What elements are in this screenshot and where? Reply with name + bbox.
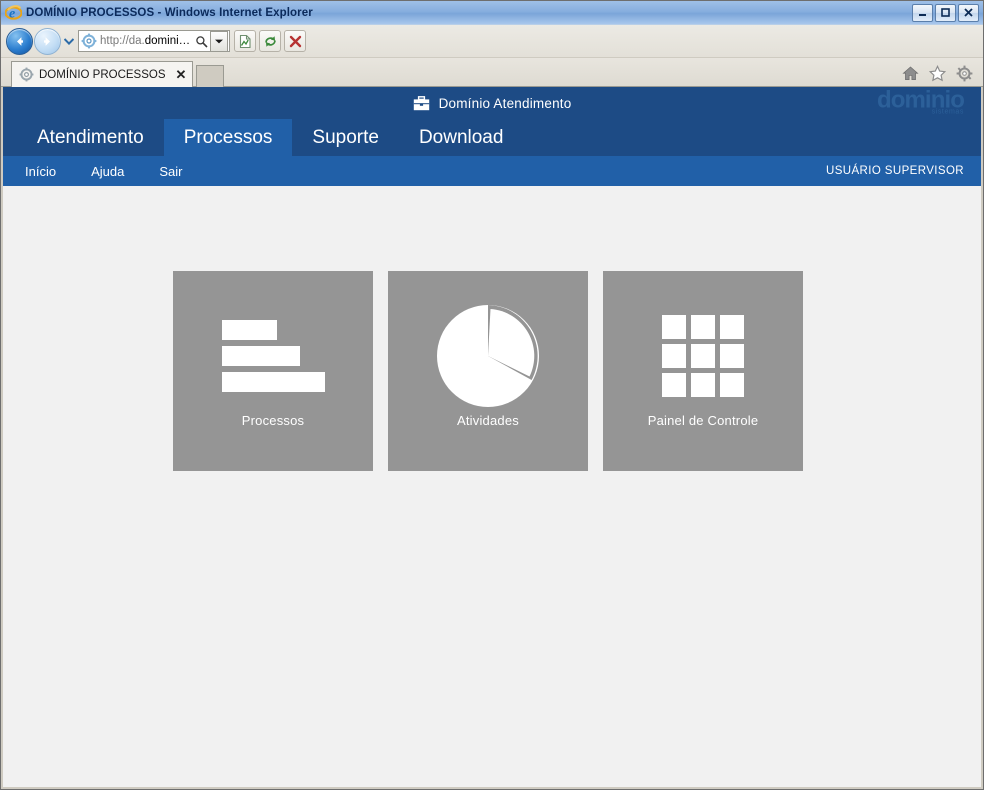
new-tab-button[interactable] [196, 65, 225, 87]
address-scheme: http://da. [100, 35, 145, 47]
browser-toolbar: http://da.domini… [1, 25, 983, 58]
nav-item-atendimento[interactable]: Atendimento [17, 119, 164, 156]
chevron-down-icon [215, 39, 223, 43]
minimize-button[interactable] [912, 3, 933, 22]
tab-strip: DOMÍNIO PROCESSOS ✕ [1, 58, 983, 87]
address-value: domini… [144, 35, 191, 47]
refresh-icon [264, 35, 276, 47]
sub-navigation: Início Ajuda Sair USUÁRIO SUPERVISOR [3, 156, 981, 186]
internet-explorer-icon: e [5, 4, 23, 21]
tile-label: Atividades [457, 413, 519, 428]
nav-item-download[interactable]: Download [399, 119, 524, 156]
close-button[interactable] [958, 3, 979, 22]
tab-close-button[interactable]: ✕ [176, 68, 187, 81]
brand-tagline: sistemas [931, 108, 964, 116]
subnav-item-sair[interactable]: Sair [159, 164, 182, 179]
favorites-icon[interactable] [929, 65, 946, 82]
current-user-label: USUÁRIO SUPERVISOR [826, 165, 964, 177]
tile-processos[interactable]: Processos [173, 271, 373, 471]
title-bar: e DOMÍNIO PROCESSOS - Windows Internet E… [1, 1, 983, 25]
page-gear-icon [81, 33, 97, 49]
subnav-item-inicio[interactable]: Início [25, 164, 56, 179]
compatibility-view-button[interactable] [234, 30, 256, 52]
home-icon[interactable] [902, 65, 919, 82]
maximize-button[interactable] [935, 3, 956, 22]
tile-grid: Processos Atividades Painel de Controle [3, 186, 981, 471]
address-dropdown-button[interactable] [210, 30, 228, 52]
back-button[interactable] [6, 27, 33, 55]
page-viewport: Domínio Atendimento dominio sistemas Ate… [1, 87, 983, 789]
browser-tab[interactable]: DOMÍNIO PROCESSOS ✕ [11, 61, 194, 87]
search-icon[interactable] [193, 33, 209, 49]
bar-chart-icon [221, 301, 325, 411]
app-header-title-group: Domínio Atendimento [413, 96, 572, 111]
address-bar[interactable]: http://da.domini… [78, 30, 230, 52]
gear-icon[interactable] [956, 65, 973, 82]
window-controls [912, 3, 981, 22]
svg-text:e: e [9, 7, 15, 21]
tile-painel-de-controle[interactable]: Painel de Controle [603, 271, 803, 471]
tile-label: Processos [241, 413, 305, 428]
pie-chart-icon [436, 301, 540, 411]
title-bar-left: e DOMÍNIO PROCESSOS - Windows Internet E… [5, 4, 912, 21]
back-arrow-icon [17, 36, 23, 46]
app-header: Domínio Atendimento dominio sistemas [3, 87, 981, 119]
close-x-icon [289, 35, 301, 47]
window-title: DOMÍNIO PROCESSOS - Windows Internet Exp… [26, 6, 313, 19]
browser-window: e DOMÍNIO PROCESSOS - Windows Internet E… [0, 0, 984, 790]
tile-label: Painel de Controle [647, 413, 759, 428]
nav-item-processos[interactable]: Processos [163, 119, 293, 156]
main-navigation: Atendimento Processos Suporte Download [3, 119, 981, 156]
grid-icon [662, 301, 744, 411]
recent-pages-button[interactable] [62, 30, 76, 52]
broken-page-icon [239, 34, 251, 48]
forward-arrow-icon [44, 36, 50, 46]
tile-atividades[interactable]: Atividades [388, 271, 588, 471]
command-bar [902, 65, 983, 86]
refresh-button[interactable] [259, 30, 281, 52]
nav-item-suporte[interactable]: Suporte [292, 119, 399, 156]
stop-button[interactable] [284, 30, 306, 52]
app-title: Domínio Atendimento [438, 95, 572, 111]
subnav-item-ajuda[interactable]: Ajuda [91, 164, 124, 179]
forward-button[interactable] [34, 27, 61, 55]
page-gear-icon [19, 67, 34, 82]
address-text: http://da.domini… [100, 34, 193, 48]
brand-wordmark: dominio [876, 87, 965, 114]
dominio-logo: dominio sistemas [876, 87, 965, 116]
chevron-down-icon [64, 37, 74, 45]
briefcase-icon [413, 95, 430, 111]
tab-label: DOMÍNIO PROCESSOS [39, 68, 166, 81]
